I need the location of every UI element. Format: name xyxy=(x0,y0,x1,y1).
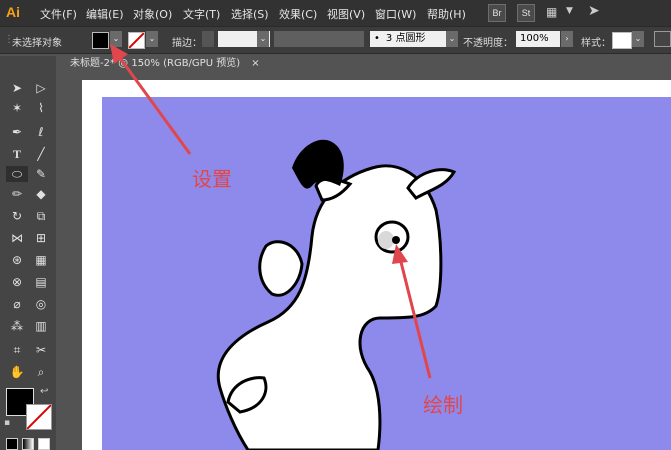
annotation-draw-label: 绘制 xyxy=(423,393,463,417)
annotation-arrow-setting xyxy=(110,44,192,155)
artwork-illustration xyxy=(110,44,457,450)
annotation-setting-label: 设置 xyxy=(192,167,232,191)
character-body xyxy=(216,139,457,450)
